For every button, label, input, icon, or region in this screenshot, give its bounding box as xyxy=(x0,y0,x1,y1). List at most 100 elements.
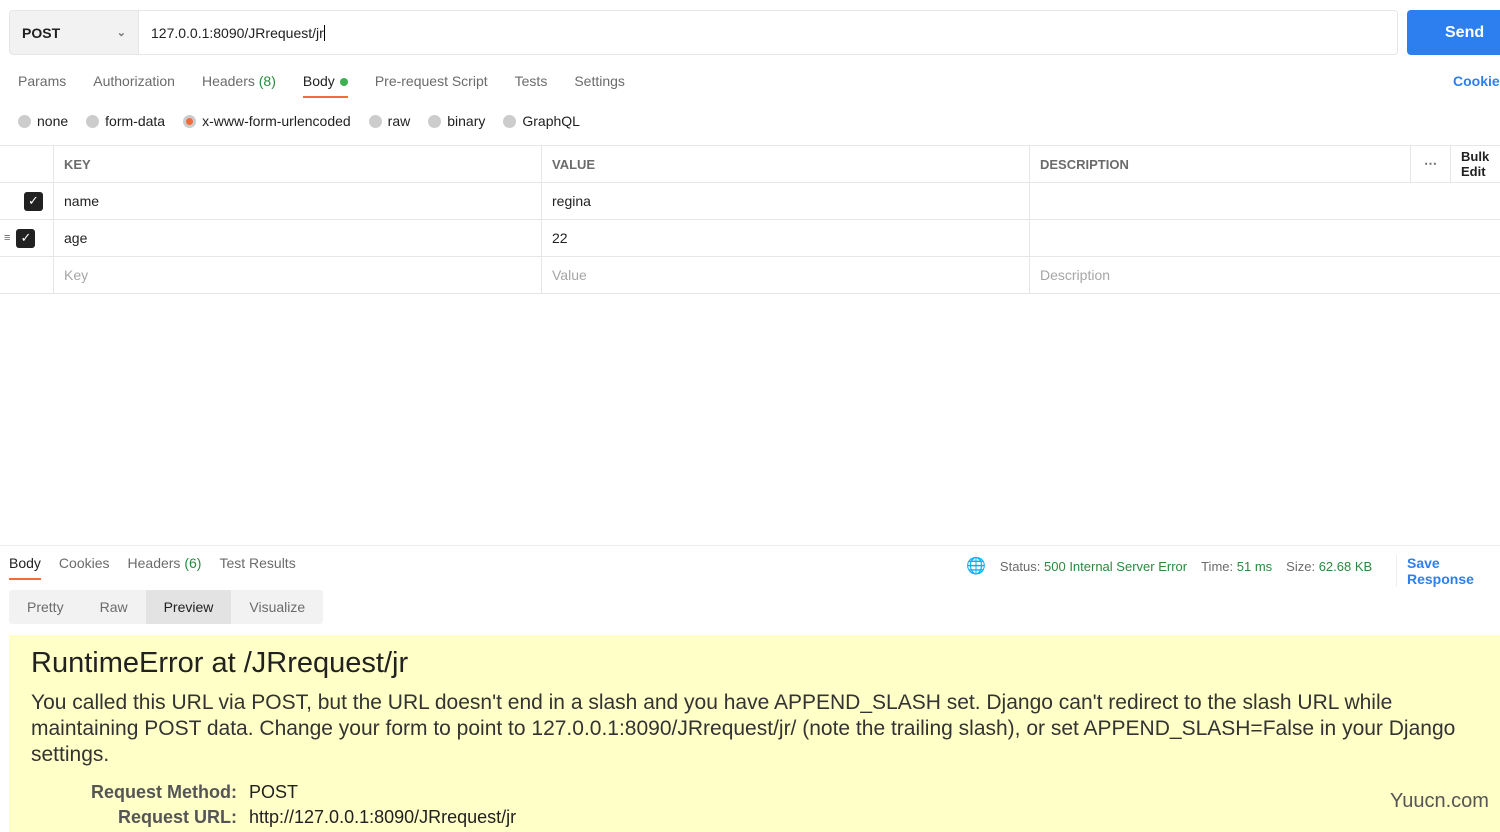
table-header: KEY VALUE DESCRIPTION ⋯ Bulk Edit xyxy=(0,145,1500,183)
response-tab-cookies[interactable]: Cookies xyxy=(59,555,110,571)
time: Time: 51 ms xyxy=(1201,559,1272,574)
radio-label: form-data xyxy=(105,113,166,129)
method-select[interactable]: POST ⌄ xyxy=(9,10,139,55)
checkbox-checked-icon[interactable]: ✓ xyxy=(24,191,43,211)
tab-tests[interactable]: Tests xyxy=(515,73,548,89)
tab-prerequest[interactable]: Pre-request Script xyxy=(375,73,488,89)
value-cell[interactable]: 22 xyxy=(541,219,1030,257)
key-input[interactable]: Key xyxy=(53,256,542,294)
radio-urlencoded[interactable]: x-www-form-urlencoded xyxy=(183,113,351,129)
checkbox-cell[interactable]: ≡ ✓ xyxy=(0,219,54,257)
status-value: 500 Internal Server Error xyxy=(1044,558,1188,574)
meta-label: Request URL: xyxy=(117,807,237,827)
response-divider xyxy=(0,545,1500,546)
radio-none[interactable]: none xyxy=(18,113,68,129)
radio-label: x-www-form-urlencoded xyxy=(202,113,351,129)
error-message: You called this URL via POST, but the UR… xyxy=(31,691,1456,766)
error-title: RuntimeError at /JRrequest/jr xyxy=(31,647,409,679)
value-cell[interactable]: regina xyxy=(541,182,1030,220)
body-type-radios: none form-data x-www-form-urlencoded raw… xyxy=(18,113,580,129)
time-value: 51 ms xyxy=(1236,558,1273,574)
params-table: KEY VALUE DESCRIPTION ⋯ Bulk Edit ✓ name regin… xyxy=(0,145,1500,294)
size: Size: 62.68 KB xyxy=(1286,559,1372,574)
view-visualize[interactable]: Visualize xyxy=(231,590,323,624)
time-label: Time: xyxy=(1201,558,1234,574)
meta-value: POST xyxy=(249,782,299,802)
radio-form-data[interactable]: form-data xyxy=(86,113,165,129)
view-preview[interactable]: Preview xyxy=(145,590,232,624)
description-input[interactable]: Description xyxy=(1029,256,1500,294)
size-label: Size: xyxy=(1286,558,1316,574)
cookies-link[interactable]: Cookies xyxy=(1453,73,1500,89)
headers-count: (8) xyxy=(258,73,276,89)
response-tab-tests[interactable]: Test Results xyxy=(219,555,295,571)
view-pretty[interactable]: Pretty xyxy=(9,590,82,624)
radio-label: none xyxy=(37,113,69,129)
tab-headers-label: Headers xyxy=(201,73,255,89)
status-label: Status: xyxy=(999,558,1041,574)
tab-body[interactable]: Body xyxy=(302,73,348,98)
url-value: 127.0.0.1:8090/JRrequest/jr xyxy=(151,24,324,41)
response-preview: RuntimeError at /JRrequest/jr You called… xyxy=(9,635,1500,832)
watermark: Yuucn.com xyxy=(1390,790,1489,812)
response-status: 🌐 Status: 500 Internal Server Error Time… xyxy=(966,556,1372,576)
header-description: DESCRIPTION xyxy=(1029,145,1411,183)
description-cell[interactable] xyxy=(1029,219,1500,257)
meta-label: Request Method: xyxy=(91,782,237,802)
headers-count: (6) xyxy=(184,555,202,571)
radio-circle xyxy=(368,114,382,128)
table-row: ≡ ✓ age 22 xyxy=(0,219,1500,257)
request-tabs: Params Authorization Headers (8) Body Pr… xyxy=(18,73,625,98)
radio-label: GraphQL xyxy=(522,113,580,129)
tab-label: Headers xyxy=(127,555,181,571)
method-value: POST xyxy=(22,24,61,41)
bulk-edit-button[interactable]: Bulk Edit xyxy=(1450,145,1500,183)
meta-url: Request URL: http://127.0.0.1:8090/JRrequ… xyxy=(31,805,1478,830)
radio-circle xyxy=(86,114,100,128)
value-input[interactable]: Value xyxy=(541,256,1030,294)
drag-handle-icon[interactable]: ≡ xyxy=(4,232,10,244)
key-cell[interactable]: age xyxy=(53,219,542,257)
radio-circle xyxy=(503,114,517,128)
checkbox-cell xyxy=(0,256,54,294)
more-options-icon[interactable]: ⋯ xyxy=(1410,145,1451,183)
header-key: KEY xyxy=(53,145,542,183)
header-value: VALUE xyxy=(541,145,1030,183)
radio-graphql[interactable]: GraphQL xyxy=(503,113,580,129)
tab-params[interactable]: Params xyxy=(18,73,66,89)
table-row: ✓ name regina xyxy=(0,182,1500,220)
view-raw[interactable]: Raw xyxy=(82,590,146,624)
meta-value: http://127.0.0.1:8090/JRrequest/jr xyxy=(249,807,517,827)
body-indicator-dot xyxy=(339,78,348,86)
response-tab-headers[interactable]: Headers (6) xyxy=(128,555,202,571)
save-response-button[interactable]: Save Response xyxy=(1396,555,1500,587)
size-value: 62.68 KB xyxy=(1318,558,1373,574)
response-tab-body[interactable]: Body xyxy=(9,555,41,580)
tab-headers[interactable]: Headers (8) xyxy=(202,73,276,89)
tab-settings[interactable]: Settings xyxy=(574,73,625,89)
radio-label: binary xyxy=(447,113,486,129)
description-cell[interactable] xyxy=(1029,182,1500,220)
radio-binary[interactable]: binary xyxy=(428,113,485,129)
table-row-new: Key Value Description xyxy=(0,256,1500,294)
radio-raw[interactable]: raw xyxy=(368,113,411,129)
radio-label: raw xyxy=(387,113,411,129)
globe-icon[interactable]: 🌐 xyxy=(966,556,986,576)
header-spacer xyxy=(0,145,54,183)
checkbox-checked-icon[interactable]: ✓ xyxy=(16,228,36,248)
radio-circle-selected xyxy=(183,114,197,128)
response-tabs: Body Cookies Headers (6) Test Results xyxy=(9,555,296,580)
radio-circle xyxy=(18,114,31,128)
status: Status: 500 Internal Server Error xyxy=(1000,559,1187,574)
send-button[interactable]: Send xyxy=(1407,10,1500,55)
radio-circle xyxy=(428,114,442,128)
view-mode-segmented: Pretty Raw Preview Visualize xyxy=(9,590,324,624)
tab-body-label: Body xyxy=(302,73,335,89)
url-input[interactable]: 127.0.0.1:8090/JRrequest/jr xyxy=(138,10,1398,55)
request-meta: Request Method: POST Request URL: http://1… xyxy=(31,780,1478,830)
checkbox-cell[interactable]: ✓ xyxy=(0,182,54,220)
tab-authorization[interactable]: Authorization xyxy=(93,73,175,89)
key-cell[interactable]: name xyxy=(53,182,542,220)
chevron-down-icon: ⌄ xyxy=(116,27,126,39)
meta-method: Request Method: POST xyxy=(31,780,1478,805)
